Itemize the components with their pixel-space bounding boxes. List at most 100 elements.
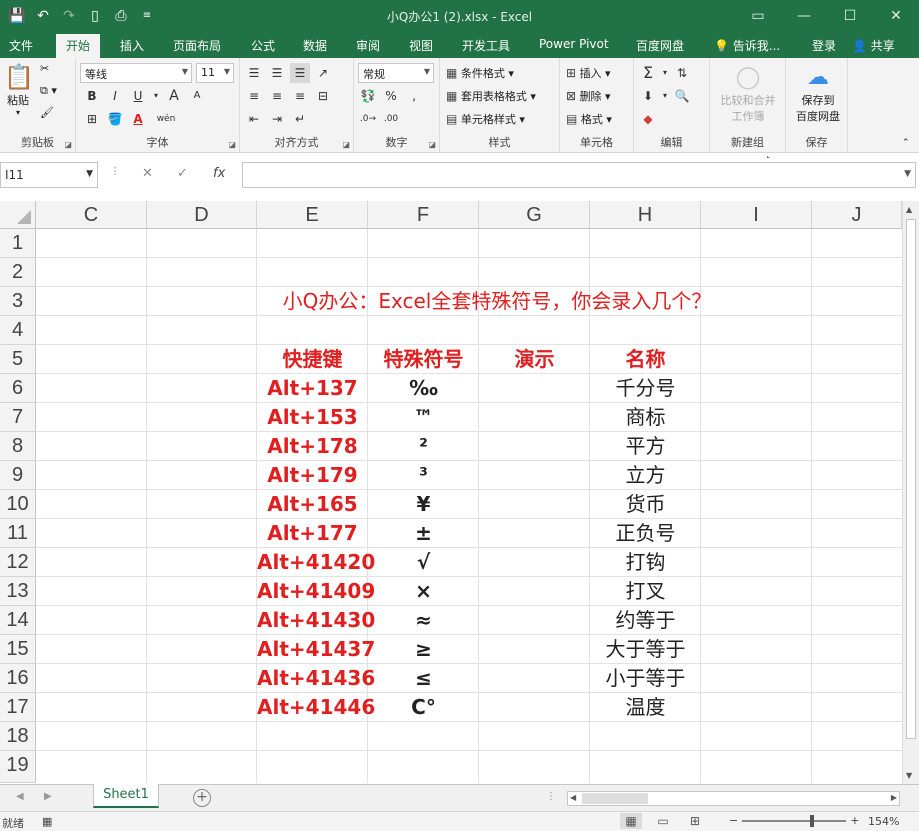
row-header-17[interactable]: 17	[0, 693, 36, 722]
column-header-j[interactable]: J	[812, 201, 902, 229]
horizontal-scrollbar[interactable]: ◀ ▶	[567, 791, 900, 806]
alignment-launcher-icon[interactable]: ◪	[342, 140, 350, 149]
cell-name[interactable]: 立方	[590, 461, 701, 490]
row-header-18[interactable]: 18	[0, 722, 36, 751]
increase-indent-icon[interactable]: ⇥	[267, 109, 287, 129]
italic-button[interactable]: I	[105, 86, 125, 106]
tab-baidu-netdisk[interactable]: 百度网盘	[636, 37, 684, 54]
row-header-7[interactable]: 7	[0, 403, 36, 432]
cell-name[interactable]: 货币	[590, 490, 701, 519]
cancel-formula-icon[interactable]: ✕	[142, 166, 153, 181]
autosum-dropdown-icon[interactable]: ▾	[661, 63, 669, 83]
column-header-f[interactable]: F	[368, 201, 479, 229]
font-size-combo[interactable]: 11 ▼	[196, 63, 234, 83]
zoom-slider-thumb[interactable]	[810, 814, 815, 827]
page-layout-view-icon[interactable]: ▭	[652, 813, 674, 829]
cut-icon[interactable]: ✂	[40, 62, 49, 75]
align-bottom-icon[interactable]: ☰	[290, 63, 310, 83]
row-header-11[interactable]: 11	[0, 519, 36, 548]
cell-shortcut[interactable]: Alt+179	[257, 461, 368, 490]
sort-filter-icon[interactable]: ⇅	[672, 63, 692, 83]
cell-shortcut[interactable]: Alt+137	[257, 374, 368, 403]
align-right-icon[interactable]: ≡	[290, 86, 310, 106]
row-header-12[interactable]: 12	[0, 548, 36, 577]
macro-record-icon[interactable]: ▦	[42, 815, 52, 828]
column-header-d[interactable]: D	[147, 201, 257, 229]
header-symbol[interactable]: 特殊符号	[368, 345, 479, 374]
delete-cells-button[interactable]: ⊠ 删除 ▾	[566, 88, 611, 104]
fill-icon[interactable]: ⬇	[638, 86, 658, 106]
cell-symbol[interactable]: √	[368, 548, 479, 577]
column-header-e[interactable]: E	[257, 201, 368, 229]
clear-icon[interactable]: ◆	[638, 109, 658, 129]
cell-shortcut[interactable]: Alt+41437	[257, 635, 375, 664]
tab-home[interactable]: 开始	[56, 34, 101, 58]
autosum-icon[interactable]: Σ	[638, 63, 658, 83]
row-header-10[interactable]: 10	[0, 490, 36, 519]
row-header-5[interactable]: 5	[0, 345, 36, 374]
tab-split-handle-icon[interactable]: ⋮	[546, 791, 556, 802]
scroll-up-icon[interactable]: ▲	[906, 205, 912, 214]
number-format-combo[interactable]: 常规 ▼	[358, 63, 434, 83]
orientation-icon[interactable]: ↗	[313, 63, 333, 83]
cell-symbol[interactable]: C°	[368, 693, 479, 722]
cell-shortcut[interactable]: Alt+165	[257, 490, 368, 519]
comma-style-icon[interactable]: ,	[404, 86, 424, 106]
fill-color-icon[interactable]: 🪣	[105, 109, 125, 129]
cell-name[interactable]: 商标	[590, 403, 701, 432]
wrap-text-icon[interactable]: ↵	[290, 109, 310, 129]
copy-icon[interactable]: ⧉ ▾	[40, 84, 57, 98]
cell-shortcut[interactable]: Alt+41409	[257, 577, 375, 606]
vertical-scrollbar[interactable]: ▲ ▼	[902, 201, 919, 784]
cell-shortcut[interactable]: Alt+41436	[257, 664, 375, 693]
login-link[interactable]: 登录	[812, 37, 836, 54]
cell-shortcut[interactable]: Alt+41446	[257, 693, 375, 722]
cell-name[interactable]: 大于等于	[590, 635, 701, 664]
format-painter-icon[interactable]: 🖌	[40, 106, 54, 119]
format-as-table-button[interactable]: ▦ 套用表格格式 ▾	[446, 88, 536, 104]
page-break-view-icon[interactable]: ⊞	[684, 813, 706, 829]
row-header-13[interactable]: 13	[0, 577, 36, 606]
column-header-i[interactable]: I	[701, 201, 812, 229]
percent-style-button[interactable]: %	[381, 86, 401, 106]
header-name[interactable]: 名称	[590, 345, 701, 374]
underline-dropdown-icon[interactable]: ▾	[151, 86, 161, 106]
border-icon[interactable]: ⊞	[82, 109, 102, 129]
phonetic-guide-button[interactable]: wén	[151, 109, 181, 129]
cell-name[interactable]: 温度	[590, 693, 701, 722]
scroll-down-icon[interactable]: ▼	[906, 771, 912, 780]
row-header-14[interactable]: 14	[0, 606, 36, 635]
column-header-h[interactable]: H	[590, 201, 701, 229]
horizontal-scroll-thumb[interactable]	[582, 793, 648, 804]
insert-cells-button[interactable]: ⊞ 插入 ▾	[566, 65, 611, 81]
increase-decimal-icon[interactable]: .0→	[358, 109, 378, 129]
cell-name[interactable]: 打钩	[590, 548, 701, 577]
header-shortcut[interactable]: 快捷键	[257, 345, 368, 374]
paste-button[interactable]: 📋 粘贴 ▾	[4, 62, 34, 117]
cell-name[interactable]: 正负号	[590, 519, 701, 548]
merge-center-icon[interactable]: ⊟	[313, 86, 333, 106]
zoom-level[interactable]: 154%	[868, 815, 899, 828]
tab-data[interactable]: 数据	[303, 37, 327, 54]
scroll-right-icon[interactable]: ▶	[891, 793, 897, 802]
tab-review[interactable]: 审阅	[356, 37, 380, 54]
decrease-decimal-icon[interactable]: .00	[381, 109, 401, 129]
align-left-icon[interactable]: ≡	[244, 86, 264, 106]
cell-shortcut[interactable]: Alt+177	[257, 519, 368, 548]
restore-icon[interactable]: ☐	[827, 0, 873, 33]
row-header-19[interactable]: 19	[0, 751, 36, 783]
cell-symbol[interactable]: ™	[368, 403, 479, 432]
cell-symbol[interactable]: ≤	[368, 664, 479, 693]
cell-name[interactable]: 小于等于	[590, 664, 701, 693]
cell-symbol[interactable]: ×	[368, 577, 479, 606]
cell-shortcut[interactable]: Alt+41430	[257, 606, 375, 635]
next-sheet-icon[interactable]: ▶	[44, 791, 52, 802]
tell-me-search[interactable]: 💡 告诉我...	[714, 37, 780, 54]
align-top-icon[interactable]: ☰	[244, 63, 264, 83]
align-center-icon[interactable]: ≡	[267, 86, 287, 106]
column-header-g[interactable]: G	[479, 201, 590, 229]
row-header-16[interactable]: 16	[0, 664, 36, 693]
tab-formulas[interactable]: 公式	[251, 37, 275, 54]
vertical-scroll-thumb[interactable]	[906, 219, 916, 739]
cell-shortcut[interactable]: Alt+178	[257, 432, 368, 461]
